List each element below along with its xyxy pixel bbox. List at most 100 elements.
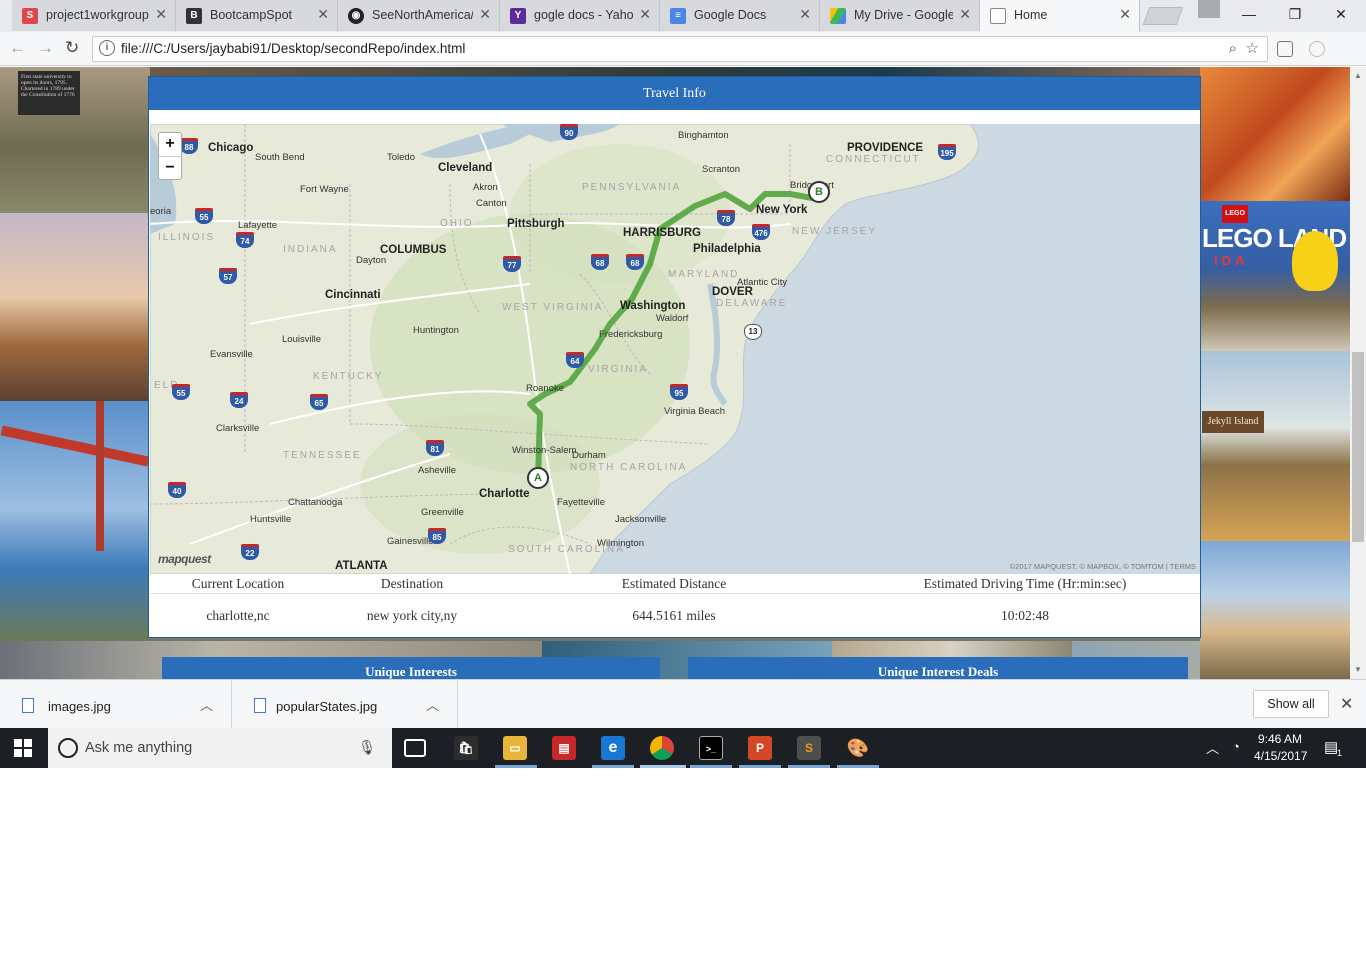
file-explorer-icon[interactable]: ▭ (503, 736, 527, 760)
extension-icon[interactable] (1277, 41, 1293, 57)
reader-icon[interactable]: ▤ (552, 736, 576, 760)
scroll-down-icon[interactable]: ▼ (1354, 665, 1362, 674)
powerpoint-icon[interactable]: P (748, 736, 772, 760)
map-label: Washington (620, 300, 686, 312)
download-item[interactable]: images.jpg ︿ (0, 680, 232, 728)
map-label: Gainesville (387, 536, 434, 547)
extension-icon[interactable] (1309, 41, 1325, 57)
page-icon (990, 8, 1006, 24)
bookmark-star-icon[interactable]: ☆ (1246, 39, 1259, 57)
show-all-button[interactable]: Show all (1253, 690, 1329, 718)
store-icon[interactable]: 🛍 (454, 736, 478, 760)
map-label: Lafayette (238, 220, 278, 231)
interstate-shield-icon: 195 (938, 144, 956, 160)
chevron-up-icon[interactable]: ︿ (200, 695, 213, 714)
map-label: VIRGINIA (588, 364, 648, 375)
chevron-up-icon[interactable]: ︿ (1206, 738, 1219, 757)
background-photo: First state university to open its doors… (0, 67, 150, 213)
chrome-icon[interactable] (650, 736, 674, 760)
running-indicator (592, 765, 634, 768)
map-label: Fayetteville (557, 497, 606, 508)
map-label: WEST VIRGINIA (502, 302, 604, 313)
info-icon[interactable]: i (99, 40, 115, 56)
zoom-in-button[interactable]: + (159, 133, 181, 156)
modal-title: Travel Info (149, 77, 1200, 110)
window-close-icon[interactable]: ✕ (1326, 6, 1356, 23)
close-icon[interactable]: ✕ (959, 6, 971, 23)
map-label: COLUMBUS (380, 244, 447, 256)
map-label: Waldorf (656, 313, 689, 324)
google-drive-icon (830, 8, 846, 24)
map-label: South Bend (255, 152, 305, 163)
tab-bootcampspot[interactable]: B BootcampSpot ✕ (176, 0, 338, 31)
download-item[interactable]: popularStates.jpg ︿ (232, 680, 458, 728)
jekyll-island-sign: Jekyll Island (1202, 411, 1264, 433)
paint-icon[interactable]: 🎨 (846, 736, 870, 760)
back-icon[interactable]: ← (9, 38, 26, 58)
start-marker[interactable]: A (527, 467, 549, 489)
microphone-icon[interactable]: 🎙 (358, 739, 376, 756)
profile-icon[interactable] (1198, 0, 1220, 18)
windows-start-icon[interactable] (14, 739, 32, 757)
interstate-shield-icon: 13 (744, 324, 762, 340)
scroll-up-icon[interactable]: ▲ (1354, 71, 1362, 80)
column-header: Destination (326, 575, 498, 594)
close-icon[interactable]: ✕ (479, 6, 491, 23)
tab-label: project1workgroup (46, 8, 149, 22)
restore-icon[interactable]: ❐ (1280, 6, 1310, 23)
background-photo (0, 213, 150, 401)
address-bar[interactable]: i file:///C:/Users/jaybabi91/Desktop/sec… (92, 36, 1268, 62)
table-row: charlotte,nc new york city,ny 644.5161 m… (150, 593, 1200, 639)
map-attribution[interactable]: ©2017 MAPQUEST, © MAPBOX, © TOMTOM | TER… (1010, 562, 1196, 571)
task-view-icon[interactable] (404, 739, 426, 757)
tab-seenorthamerica[interactable]: ◉ SeeNorthAmerica/ ✕ (338, 0, 500, 31)
zoom-out-button[interactable]: − (159, 156, 181, 179)
cortana-search-box[interactable]: Ask me anything 🎙 (48, 728, 392, 768)
tab-google-docs[interactable]: ≡ Google Docs ✕ (660, 0, 820, 31)
chevron-up-icon[interactable]: ︿ (426, 695, 439, 714)
map-label: Scranton (702, 164, 741, 175)
sublime-text-icon[interactable]: S (797, 736, 821, 760)
terminal-icon[interactable]: >_ (699, 736, 723, 760)
map-label: Fort Wayne (300, 184, 349, 195)
close-icon[interactable]: ✕ (799, 6, 811, 23)
current-location-cell: charlotte,nc (206, 608, 270, 624)
close-icon[interactable]: ✕ (639, 6, 651, 23)
tab-my-drive[interactable]: My Drive - Google ✕ (820, 0, 980, 31)
close-icon[interactable]: ✕ (317, 6, 329, 23)
tab-home[interactable]: Home ✕ (980, 0, 1140, 32)
tab-label: BootcampSpot (210, 8, 292, 22)
zoom-icon[interactable]: ⌕ (1229, 40, 1237, 57)
clock-time[interactable]: 9:46 AM (1258, 732, 1302, 746)
map-label: Huntsville (250, 514, 292, 525)
image-file-icon (254, 698, 266, 713)
map-label: HARRISBURG (623, 227, 701, 239)
tab-label: gogle docs - Yaho (534, 8, 633, 22)
tab-yahoo[interactable]: Y gogle docs - Yaho ✕ (500, 0, 660, 31)
interstate-shield-icon: 24 (230, 392, 248, 408)
wifi-icon[interactable]: ◔ (1232, 739, 1240, 754)
close-icon[interactable]: ✕ (1119, 6, 1131, 23)
clock-date[interactable]: 4/15/2017 (1254, 749, 1307, 763)
tab-project1workgroup[interactable]: S project1workgroup ✕ (12, 0, 176, 31)
end-marker[interactable]: B (808, 181, 830, 203)
close-icon[interactable]: ✕ (155, 6, 167, 23)
interstate-shield-icon: 68 (626, 254, 644, 270)
interstate-shield-icon: 68 (591, 254, 609, 270)
map-label: ILLINOIS (158, 232, 216, 243)
tab-label: My Drive - Google (854, 8, 953, 22)
forward-icon[interactable]: → (37, 38, 54, 58)
map-label: Chicago (208, 142, 254, 154)
reload-icon[interactable]: ↻ (65, 38, 79, 58)
new-tab-button[interactable] (1142, 7, 1184, 25)
page-scrollbar[interactable]: ▲ ▼ (1350, 67, 1366, 679)
minimize-icon[interactable]: — (1234, 6, 1264, 22)
scrollbar-thumb[interactable] (1352, 352, 1364, 542)
map-label: Clarksville (216, 423, 260, 434)
edge-icon[interactable]: e (601, 736, 625, 760)
route-map[interactable]: Chicago South Bend Toledo Cleveland Binghamt… (150, 124, 1200, 574)
close-icon[interactable]: ✕ (1340, 694, 1353, 714)
background-photo (0, 401, 150, 641)
map-label: Virginia Beach (664, 406, 726, 417)
interstate-shield-icon: 74 (236, 232, 254, 248)
